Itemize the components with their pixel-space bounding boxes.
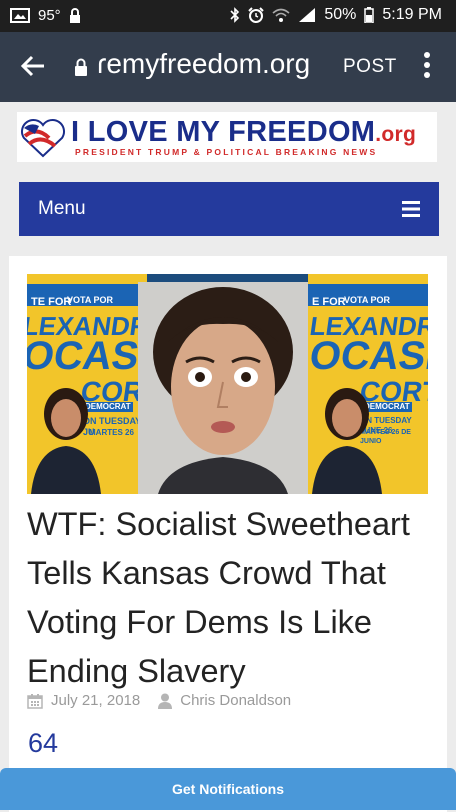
calendar-icon [27, 693, 43, 709]
poster-right-line: OCASIO! [306, 334, 428, 378]
campaign-poster-right: E FOR VOTA POR LEXANDRIA OCASIO! CORTEX … [306, 274, 428, 494]
signal-icon [299, 8, 316, 22]
share-count: 64 [28, 728, 59, 758]
status-bar: 95° 50% 5:19 PM [0, 0, 456, 32]
candidate-photo-left [31, 388, 101, 494]
wifi-icon [272, 8, 290, 22]
hamburger-icon[interactable] [402, 201, 420, 217]
portrait-photo [138, 282, 308, 494]
back-arrow-icon[interactable] [18, 52, 46, 80]
bluetooth-icon [230, 7, 240, 23]
site-logo[interactable]: I LOVE MY FREEDOM.org PRESIDENT TRUMP & … [17, 112, 437, 162]
article-featured-image[interactable]: TE FOR VOTA POR LEXANDRIA OCASIO CORT DE… [27, 274, 428, 494]
menu-label: Menu [38, 198, 86, 219]
browser-toolbar: ɾemyfreedom.org POST [0, 32, 456, 102]
menu-toggle[interactable]: Menu [19, 182, 439, 236]
article-date: July 21, 2018 [51, 692, 141, 709]
article-card: TE FOR VOTA POR LEXANDRIA OCASIO CORT DE… [9, 256, 447, 812]
logo-tagline: PRESIDENT TRUMP & POLITICAL BREAKING NEW… [75, 147, 378, 157]
user-icon [158, 693, 173, 709]
url-bar[interactable]: ɾemyfreedom.org [97, 48, 322, 80]
article-meta: July 21, 2018 Chris Donaldson [27, 692, 291, 709]
gallery-icon [10, 8, 30, 23]
post-button[interactable]: POST [343, 56, 397, 78]
portrait-face-illustration [138, 282, 308, 494]
campaign-poster-left: TE FOR VOTA POR LEXANDRIA OCASIO CORT DE… [27, 274, 184, 494]
clock: 5:19 PM [382, 6, 442, 23]
lock-status-icon [69, 7, 80, 23]
article-author[interactable]: Chris Donaldson [180, 692, 291, 709]
battery-percent: 50% [324, 6, 357, 23]
temperature: 95° [38, 7, 61, 24]
heart-flag-icon [21, 118, 65, 158]
logo-title-text: I LOVE MY FREEDOM [71, 116, 376, 148]
web-page: I LOVE MY FREEDOM.org PRESIDENT TRUMP & … [0, 102, 456, 812]
candidate-photo-right [312, 388, 382, 494]
alarm-icon [248, 7, 265, 23]
logo-title: I LOVE MY FREEDOM.org [71, 116, 416, 149]
overflow-menu-icon[interactable] [420, 50, 434, 80]
get-notifications-button[interactable]: Get Notifications [0, 768, 456, 810]
battery-icon [364, 7, 375, 23]
logo-tld: .org [375, 123, 417, 146]
article-headline[interactable]: WTF: Socialist Sweetheart Tells Kansas C… [27, 500, 437, 696]
secure-lock-icon[interactable] [74, 58, 88, 76]
